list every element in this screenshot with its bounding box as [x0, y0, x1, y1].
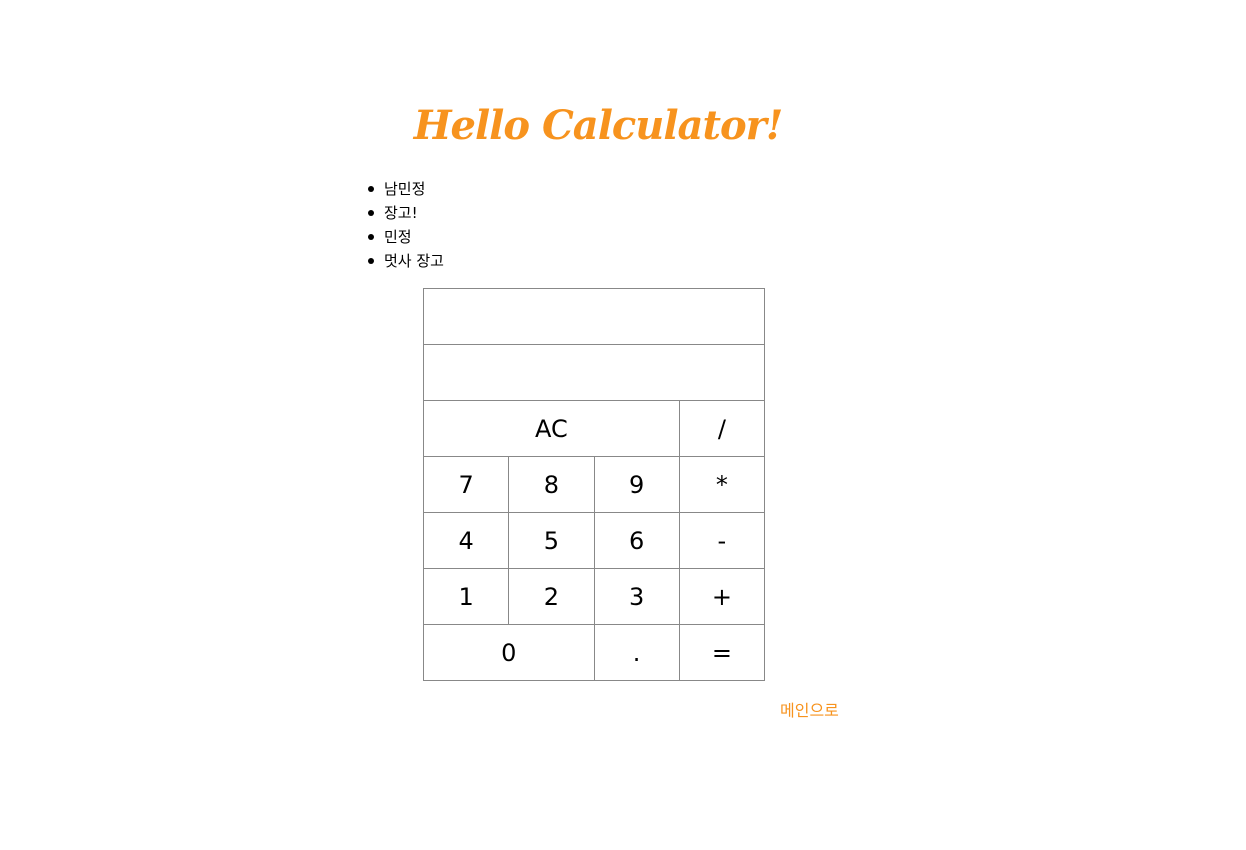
minus-button[interactable]: - [678, 512, 766, 569]
name-list: 남민정 장고! 민정 멋사 장고 [368, 177, 444, 273]
key-4-button[interactable]: 4 [422, 512, 510, 569]
bullet-icon [368, 234, 374, 240]
bullet-icon [368, 258, 374, 264]
bullet-icon [368, 186, 374, 192]
page-title: Hello Calculator! [413, 102, 784, 149]
bullet-icon [368, 210, 374, 216]
equals-button[interactable]: = [678, 624, 766, 681]
list-item: 멋사 장고 [368, 249, 444, 273]
main-page-link[interactable]: 메인으로 [780, 701, 839, 721]
list-item-label: 멋사 장고 [384, 252, 444, 270]
key-6-button[interactable]: 6 [593, 512, 680, 569]
calculator: AC / 7 8 9 * 4 5 6 - 1 2 3 + 0 . = [422, 288, 766, 681]
list-item-label: 민정 [384, 228, 412, 246]
list-item: 장고! [368, 201, 444, 225]
list-item: 민정 [368, 225, 444, 249]
key-2-button[interactable]: 2 [508, 568, 595, 625]
list-item-label: 장고! [384, 204, 418, 222]
decimal-button[interactable]: . [593, 624, 680, 681]
key-0-button[interactable]: 0 [423, 624, 595, 681]
calculator-display-bottom [423, 344, 765, 401]
multiply-button[interactable]: * [678, 456, 766, 513]
key-7-button[interactable]: 7 [422, 456, 510, 513]
key-9-button[interactable]: 9 [593, 456, 680, 513]
key-8-button[interactable]: 8 [508, 456, 595, 513]
list-item: 남민정 [368, 177, 444, 201]
list-item-label: 남민정 [384, 180, 426, 198]
plus-button[interactable]: + [678, 568, 766, 625]
key-3-button[interactable]: 3 [593, 568, 680, 625]
clear-button[interactable]: AC [423, 400, 680, 457]
calculator-display-top [423, 288, 765, 345]
key-5-button[interactable]: 5 [508, 512, 595, 569]
divide-button[interactable]: / [678, 400, 766, 457]
key-1-button[interactable]: 1 [422, 568, 510, 625]
